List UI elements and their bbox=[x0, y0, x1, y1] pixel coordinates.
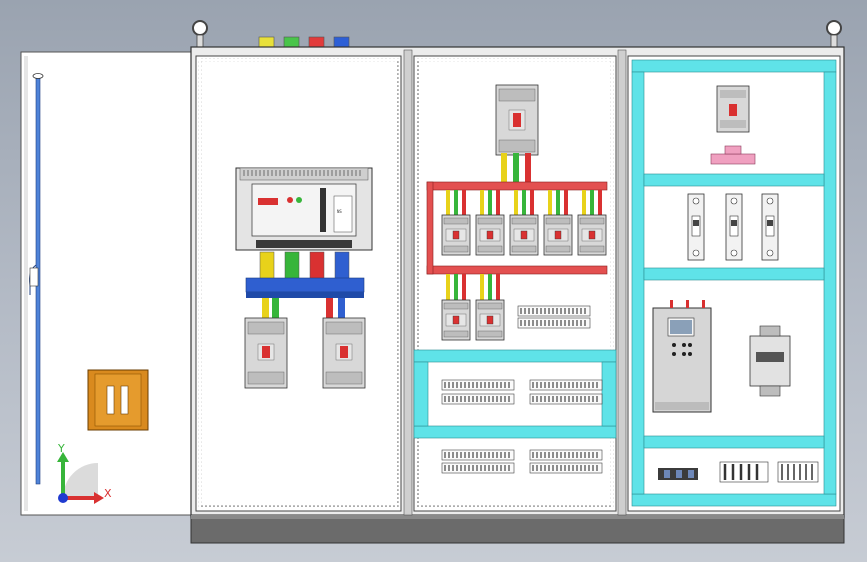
marker-blue bbox=[333, 36, 350, 48]
soft-starter[interactable] bbox=[652, 300, 712, 413]
door-handle[interactable] bbox=[87, 369, 149, 431]
marker-red bbox=[308, 36, 325, 48]
marker-yellow bbox=[258, 36, 275, 48]
contactor[interactable] bbox=[749, 325, 791, 397]
control-breaker[interactable] bbox=[716, 85, 750, 133]
lifting-eye-left bbox=[192, 20, 208, 48]
marker-green bbox=[283, 36, 300, 48]
feeder-breaker-a[interactable] bbox=[244, 317, 288, 389]
cabinet-section-1[interactable]: NS bbox=[195, 55, 402, 512]
breaker-badge: NS bbox=[337, 209, 342, 214]
cabinet-section-3[interactable] bbox=[627, 55, 841, 512]
x-axis-label: X bbox=[104, 487, 112, 500]
cabinet-section-2[interactable] bbox=[413, 55, 617, 512]
fuse-holders[interactable] bbox=[687, 193, 779, 261]
color-markers bbox=[258, 36, 350, 48]
y-axis-label: Y bbox=[57, 442, 65, 455]
lifting-eye-right bbox=[826, 20, 842, 48]
open-door bbox=[20, 51, 194, 516]
main-circuit-breaker[interactable]: NS bbox=[235, 167, 373, 251]
cad-viewport[interactable]: Y X NS bbox=[0, 0, 867, 562]
feeder-breaker-b[interactable] bbox=[322, 317, 366, 389]
